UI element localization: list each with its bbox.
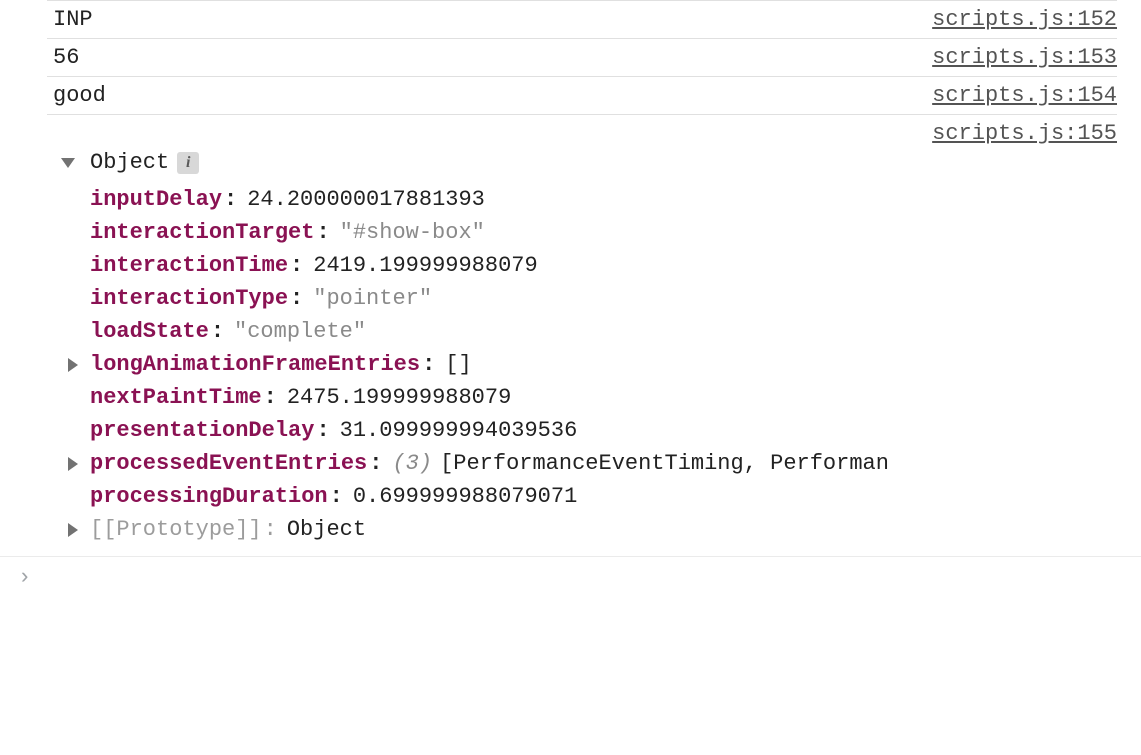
colon: :	[330, 484, 343, 509]
property-value: Object	[287, 517, 366, 542]
property-value: "pointer"	[313, 286, 432, 311]
colon: :	[316, 220, 329, 245]
colon: :	[264, 517, 277, 542]
array-count: (3)	[392, 451, 432, 476]
property-key: nextPaintTime	[90, 385, 262, 410]
property-value: "#show-box"	[340, 220, 485, 245]
property-row[interactable]: interactionTime: 2419.199999988079	[90, 249, 1141, 282]
property-row[interactable]: loadState: "complete"	[90, 315, 1141, 348]
disclosure-triangle-wrapper[interactable]	[68, 358, 90, 372]
triangle-down-icon	[61, 158, 75, 168]
colon: :	[290, 253, 303, 278]
triangle-right-icon	[68, 358, 78, 372]
property-key: processedEventEntries	[90, 451, 367, 476]
property-value: 2475.199999988079	[287, 385, 511, 410]
property-value: []	[445, 352, 471, 377]
property-value: [PerformanceEventTiming, Performan	[440, 451, 889, 476]
property-key: longAnimationFrameEntries	[90, 352, 420, 377]
disclosure-triangle-wrapper[interactable]	[68, 523, 90, 537]
log-row[interactable]: INP scripts.js:152	[47, 0, 1117, 39]
log-row[interactable]: good scripts.js:154	[47, 77, 1117, 115]
source-link[interactable]: scripts.js:152	[932, 7, 1117, 32]
log-row[interactable]: 56 scripts.js:153	[47, 39, 1117, 77]
property-row[interactable]: processingDuration: 0.699999988079071	[90, 480, 1141, 513]
property-row[interactable]: processedEventEntries: (3) [PerformanceE…	[90, 447, 1141, 480]
colon: :	[316, 418, 329, 443]
property-row[interactable]: interactionTarget: "#show-box"	[90, 216, 1141, 249]
colon: :	[290, 286, 303, 311]
property-value: "complete"	[234, 319, 366, 344]
log-message: good	[53, 83, 106, 108]
triangle-right-icon	[68, 523, 78, 537]
log-message: 56	[53, 45, 79, 70]
colon: :	[422, 352, 435, 377]
chevron-right-icon: ›	[18, 565, 31, 590]
property-key: processingDuration	[90, 484, 328, 509]
property-value: 0.699999988079071	[353, 484, 577, 509]
info-icon[interactable]: i	[177, 152, 199, 174]
property-row[interactable]: longAnimationFrameEntries: []	[90, 348, 1141, 381]
property-row[interactable]: presentationDelay: 31.099999994039536	[90, 414, 1141, 447]
property-row[interactable]: nextPaintTime: 2475.199999988079	[90, 381, 1141, 414]
source-link[interactable]: scripts.js:154	[932, 83, 1117, 108]
object-header[interactable]: Object i	[60, 150, 1141, 183]
triangle-right-icon	[68, 457, 78, 471]
colon: :	[211, 319, 224, 344]
disclosure-triangle-wrapper[interactable]	[68, 457, 90, 471]
property-row[interactable]: interactionType: "pointer"	[90, 282, 1141, 315]
property-value: 2419.199999988079	[313, 253, 537, 278]
property-value: 24.200000017881393	[247, 187, 485, 212]
property-row[interactable]: [[Prototype]]: Object	[90, 513, 1141, 546]
colon: :	[224, 187, 237, 212]
object-properties: inputDelay: 24.200000017881393 interacti…	[60, 183, 1141, 546]
property-key: interactionTime	[90, 253, 288, 278]
source-link[interactable]: scripts.js:155	[932, 121, 1117, 146]
property-key: inputDelay	[90, 187, 222, 212]
property-key: [[Prototype]]	[90, 517, 262, 542]
disclosure-triangle-wrapper[interactable]	[60, 158, 76, 168]
log-message: INP	[53, 7, 93, 32]
colon: :	[264, 385, 277, 410]
property-key: presentationDelay	[90, 418, 314, 443]
property-key: interactionTarget	[90, 220, 314, 245]
colon: :	[369, 451, 382, 476]
source-link-row: scripts.js:155	[0, 115, 1141, 146]
property-value: 31.099999994039536	[340, 418, 578, 443]
property-key: interactionType	[90, 286, 288, 311]
console-panel: INP scripts.js:152 56 scripts.js:153 goo…	[0, 0, 1141, 598]
source-link[interactable]: scripts.js:153	[932, 45, 1117, 70]
property-key: loadState	[90, 319, 209, 344]
property-row[interactable]: inputDelay: 24.200000017881393	[90, 183, 1141, 216]
console-prompt[interactable]: ›	[0, 556, 1141, 598]
object-label: Object	[90, 150, 169, 175]
object-log-block: Object i inputDelay: 24.200000017881393 …	[26, 146, 1141, 556]
